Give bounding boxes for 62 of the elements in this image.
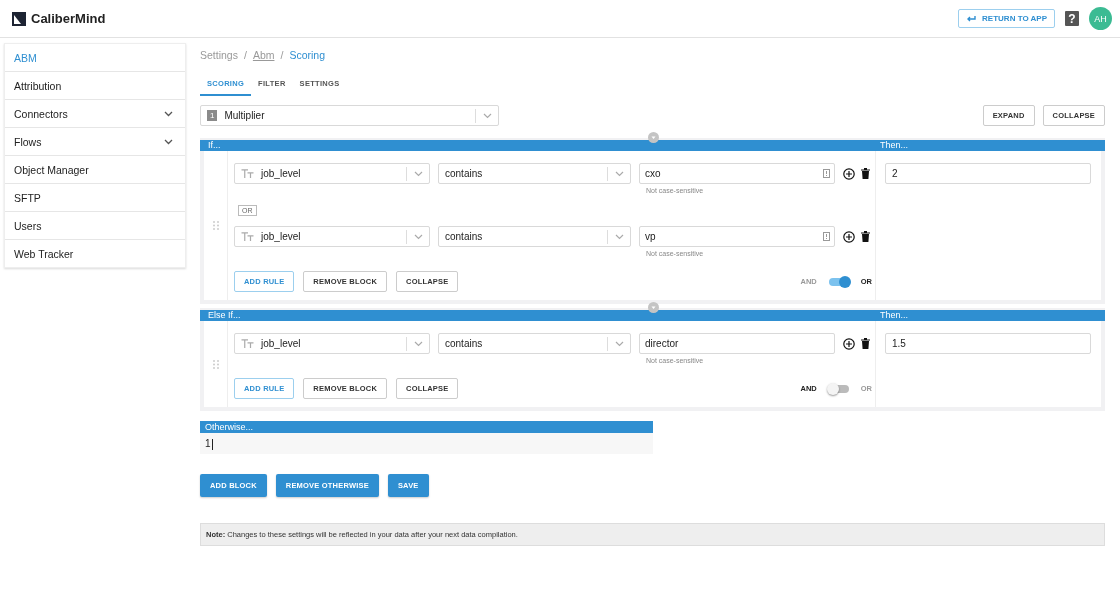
chevron-down-icon xyxy=(414,340,423,347)
otherwise-value-field[interactable]: 1 xyxy=(200,433,653,454)
drag-handle-icon[interactable] xyxy=(212,221,219,230)
value-field[interactable]: director xyxy=(639,333,835,354)
collapse-handle-icon[interactable] xyxy=(648,302,659,313)
sidebar-item[interactable]: ABM xyxy=(5,44,185,72)
field-select[interactable]: job_level xyxy=(234,333,430,354)
sidebar-item[interactable]: Attribution xyxy=(5,72,185,100)
operator-select[interactable]: contains xyxy=(438,163,631,184)
sidebar-item[interactable]: Web Tracker xyxy=(5,240,185,267)
collapse-handle-icon[interactable] xyxy=(648,132,659,143)
sidebar-item[interactable]: Flows xyxy=(5,128,185,156)
chevron-down-icon xyxy=(615,233,624,240)
trash-icon[interactable] xyxy=(861,231,870,242)
value-field[interactable]: vp xyxy=(639,226,835,247)
text-type-icon xyxy=(241,232,254,241)
drag-handle-icon[interactable] xyxy=(212,359,219,369)
field-select[interactable]: job_level xyxy=(234,163,430,184)
chevron-down-icon xyxy=(414,170,423,177)
list-icon[interactable] xyxy=(823,232,830,241)
trash-icon[interactable] xyxy=(861,338,870,349)
chevron-down-icon xyxy=(615,170,624,177)
and-or-toggle[interactable] xyxy=(828,384,849,393)
add-icon[interactable] xyxy=(843,168,855,180)
block-header: Else If... xyxy=(207,310,242,321)
score-type-select[interactable]: 1 Multiplier xyxy=(200,105,499,126)
return-to-app-button[interactable]: RETURN TO APP xyxy=(958,9,1055,28)
otherwise-header: Otherwise... xyxy=(200,421,653,433)
breadcrumb-separator: / xyxy=(280,49,284,61)
chevron-down-icon xyxy=(164,138,173,145)
sidebar-item[interactable]: Object Manager xyxy=(5,156,185,184)
then-header: Then... xyxy=(879,310,908,321)
then-header: Then... xyxy=(879,140,908,151)
field-select[interactable]: job_level xyxy=(234,226,430,247)
text-type-icon xyxy=(241,169,254,178)
sidebar-item[interactable]: Connectors xyxy=(5,100,185,128)
chevron-down-icon xyxy=(483,112,492,119)
logo-icon xyxy=(12,11,26,26)
breadcrumb-item: Scoring xyxy=(289,49,325,61)
block-header: If... xyxy=(207,140,222,151)
operator-select[interactable]: contains xyxy=(438,333,631,354)
add-icon[interactable] xyxy=(843,231,855,243)
trash-icon[interactable] xyxy=(861,168,870,179)
then-value-field[interactable]: 1.5 xyxy=(885,333,1091,354)
chevron-down-icon xyxy=(615,340,624,347)
return-arrow-icon xyxy=(966,14,977,23)
chevron-down-icon xyxy=(414,233,423,240)
then-value-field[interactable]: 2 xyxy=(885,163,1091,184)
sidebar-item[interactable]: SFTP xyxy=(5,184,185,212)
list-icon[interactable] xyxy=(823,169,830,178)
add-icon[interactable] xyxy=(843,338,855,350)
and-or-toggle[interactable] xyxy=(828,277,849,286)
sidebar-item[interactable]: Users xyxy=(5,212,185,240)
text-type-icon xyxy=(241,339,254,348)
value-field[interactable]: cxo xyxy=(639,163,835,184)
option-badge: 1 xyxy=(207,110,218,121)
breadcrumb-item: Settings xyxy=(200,49,238,61)
operator-select[interactable]: contains xyxy=(438,226,631,247)
logo-text: CaliberMind xyxy=(31,11,106,26)
chevron-down-icon xyxy=(164,110,173,117)
help-button[interactable]: ? xyxy=(1065,11,1079,26)
breadcrumb-separator: / xyxy=(243,49,247,61)
